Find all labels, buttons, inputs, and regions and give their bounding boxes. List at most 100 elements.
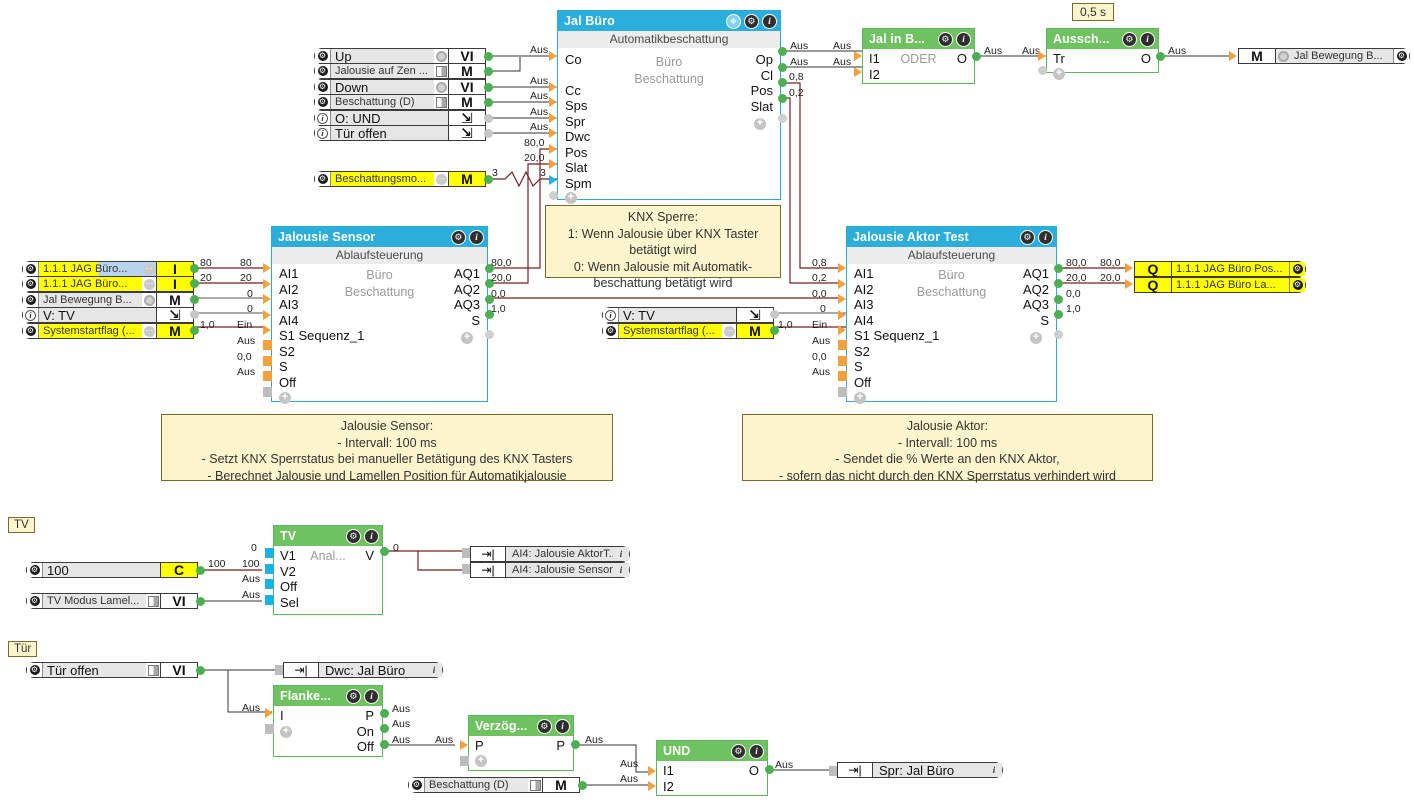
- port-in-ai3[interactable]: AI3: [279, 297, 299, 312]
- block-header[interactable]: Jal in B... ⚙ i: [863, 29, 974, 49]
- port-in-stub[interactable]: [265, 595, 274, 605]
- port-in-arrow[interactable]: [854, 51, 862, 61]
- port-in-cc[interactable]: Cc: [565, 83, 581, 98]
- port-out-dot[interactable]: [765, 765, 774, 774]
- port-out-o[interactable]: O: [957, 51, 967, 66]
- port-in-arrow[interactable]: [648, 781, 656, 791]
- port-out-dot[interactable]: [1156, 52, 1165, 61]
- port-in-stub[interactable]: [265, 548, 274, 558]
- port-out-dot[interactable]: [380, 709, 389, 718]
- port-out-s[interactable]: S: [1040, 313, 1049, 328]
- port-in-arrow[interactable]: [549, 144, 557, 154]
- port-in-s1[interactable]: S1 Sequenz_1: [854, 328, 939, 343]
- io-row-jal-bewegung-right[interactable]: M Jal Bewegung B... ⚙: [1238, 48, 1410, 64]
- gear-icon[interactable]: ⚙: [315, 64, 331, 78]
- gear-icon[interactable]: ⚙: [315, 172, 331, 186]
- widget-square[interactable]: [528, 778, 542, 792]
- port-out-dot[interactable]: [778, 78, 787, 87]
- port-in-arrow[interactable]: [648, 766, 656, 776]
- gear-icon[interactable]: ⚙: [27, 563, 43, 577]
- port-in-arrow[interactable]: [549, 175, 557, 185]
- ref-row-dwc-jal-buero[interactable]: ⇥| Dwc: Jal Büro i: [283, 662, 443, 678]
- port-in-spr[interactable]: Spr: [565, 114, 585, 129]
- port-in-arrow[interactable]: [1125, 279, 1133, 289]
- port-in-arrow[interactable]: [263, 310, 271, 320]
- port-out-dot[interactable]: [380, 547, 389, 556]
- port-out-o[interactable]: O: [749, 763, 759, 778]
- port-in-p[interactable]: P: [475, 738, 484, 753]
- gear-icon[interactable]: ⚙: [346, 688, 361, 704]
- gear-icon[interactable]: ⚙: [27, 594, 43, 608]
- block-verzoegerung[interactable]: Verzög... ⚙ i P P +: [468, 715, 574, 771]
- info-icon[interactable]: i: [315, 111, 331, 125]
- port-in-stub[interactable]: [263, 371, 272, 381]
- info-icon[interactable]: i: [364, 688, 379, 704]
- block-flanke[interactable]: Flanke... ⚙ i I P On Off +: [273, 685, 383, 757]
- port-in-stub[interactable]: [263, 387, 272, 397]
- port-in-arrow[interactable]: [1038, 51, 1046, 61]
- block-jalousie-aktor-test[interactable]: Jalousie Aktor Test ⚙ i Ablaufsteuerung …: [846, 226, 1057, 404]
- port-in-arrow[interactable]: [263, 263, 271, 273]
- port-in-off[interactable]: Off: [854, 375, 871, 390]
- port-in-i2[interactable]: I2: [869, 67, 880, 82]
- block-header[interactable]: Jal Büro ✥ ⚙ i: [558, 11, 780, 31]
- port-in-ai4[interactable]: AI4: [854, 313, 874, 328]
- port-out-dot[interactable]: [1054, 295, 1063, 304]
- port-out-dot[interactable]: [380, 740, 389, 749]
- gear-icon[interactable]: ⚙: [23, 324, 39, 338]
- port-in-i[interactable]: I: [280, 708, 284, 723]
- port-out-dot[interactable]: [190, 264, 199, 273]
- port-in-arrow[interactable]: [549, 113, 557, 123]
- info-icon[interactable]: i: [1038, 229, 1053, 245]
- port-dot[interactable]: [484, 129, 493, 138]
- port-in-arrow[interactable]: [1125, 263, 1133, 273]
- add-input-button[interactable]: +: [280, 726, 292, 738]
- port-out-dot[interactable]: [770, 310, 779, 319]
- port-dot[interactable]: [484, 83, 493, 92]
- port-in-v1[interactable]: V1: [280, 548, 296, 563]
- widget-square[interactable]: [434, 64, 448, 78]
- port-in-i2[interactable]: I2: [663, 779, 674, 794]
- port-out-s[interactable]: S: [471, 313, 480, 328]
- port-in-slat[interactable]: Slat: [565, 160, 587, 175]
- io-row-tv-const-100[interactable]: ⚙ 100 C: [26, 562, 198, 578]
- widget-square[interactable]: [146, 594, 160, 608]
- gear-icon[interactable]: ⚙: [1020, 229, 1035, 245]
- block-header[interactable]: Jalousie Aktor Test ⚙ i: [847, 227, 1056, 247]
- port-in-arrow[interactable]: [549, 128, 557, 138]
- port-in-stub[interactable]: [838, 387, 847, 397]
- block-header[interactable]: UND ⚙ i: [657, 741, 767, 761]
- port-in-stub[interactable]: [265, 579, 274, 589]
- port-out-aq1[interactable]: AQ1: [454, 266, 480, 281]
- port-out-slat[interactable]: Slat: [751, 99, 773, 114]
- gear-icon[interactable]: ⚙: [409, 778, 425, 792]
- io-row-jag-buero-lamelle[interactable]: ⚙ 1.1.1 JAG Büro... ⋯ I: [22, 276, 194, 292]
- port-in-stub[interactable]: [265, 724, 274, 734]
- port-in-off[interactable]: Off: [280, 579, 297, 594]
- io-row-beschattung-d-bottom[interactable]: ⚙ Beschattung (D) M: [408, 777, 580, 793]
- gear-icon[interactable]: ⚙: [731, 743, 746, 759]
- port-dot[interactable]: [484, 52, 493, 61]
- port-out-dot[interactable]: [190, 295, 199, 304]
- gear-icon[interactable]: ⚙: [1393, 49, 1409, 63]
- io-row-jalousie-auf-zentral[interactable]: ⚙ Jalousie auf Zen ... M: [314, 63, 486, 79]
- block-und[interactable]: UND ⚙ i I1 I2 O: [656, 740, 768, 796]
- io-row-systemstartflag-aktor[interactable]: ⚙ Systemstartflag (... ⋯ M: [602, 323, 774, 339]
- port-in-sel[interactable]: Sel: [280, 595, 299, 610]
- port-out-op[interactable]: Op: [756, 52, 773, 67]
- port-out-off[interactable]: Off: [357, 739, 374, 754]
- block-tv[interactable]: TV ⚙ i Anal... V1 V2 Off Sel V: [273, 525, 383, 615]
- gear-icon[interactable]: ⚙: [315, 95, 331, 109]
- widget-ring[interactable]: [434, 49, 448, 63]
- add-input-button[interactable]: +: [279, 392, 291, 404]
- port-in-extra[interactable]: [1038, 66, 1047, 75]
- port-out-dot[interactable]: [196, 597, 205, 606]
- info-icon[interactable]: i: [469, 229, 484, 245]
- port-out-dot[interactable]: [778, 63, 787, 72]
- port-in-s1[interactable]: S1 Sequenz_1: [279, 328, 364, 343]
- port-out-dot[interactable]: [196, 666, 205, 675]
- widget-dots[interactable]: ⋯: [142, 262, 156, 276]
- port-out-cl[interactable]: Cl: [761, 68, 773, 83]
- ref-row-ai4-aktor[interactable]: ⇥| AI4: Jalousie AktorT... i: [470, 546, 630, 562]
- port-in-ai4[interactable]: AI4: [279, 313, 299, 328]
